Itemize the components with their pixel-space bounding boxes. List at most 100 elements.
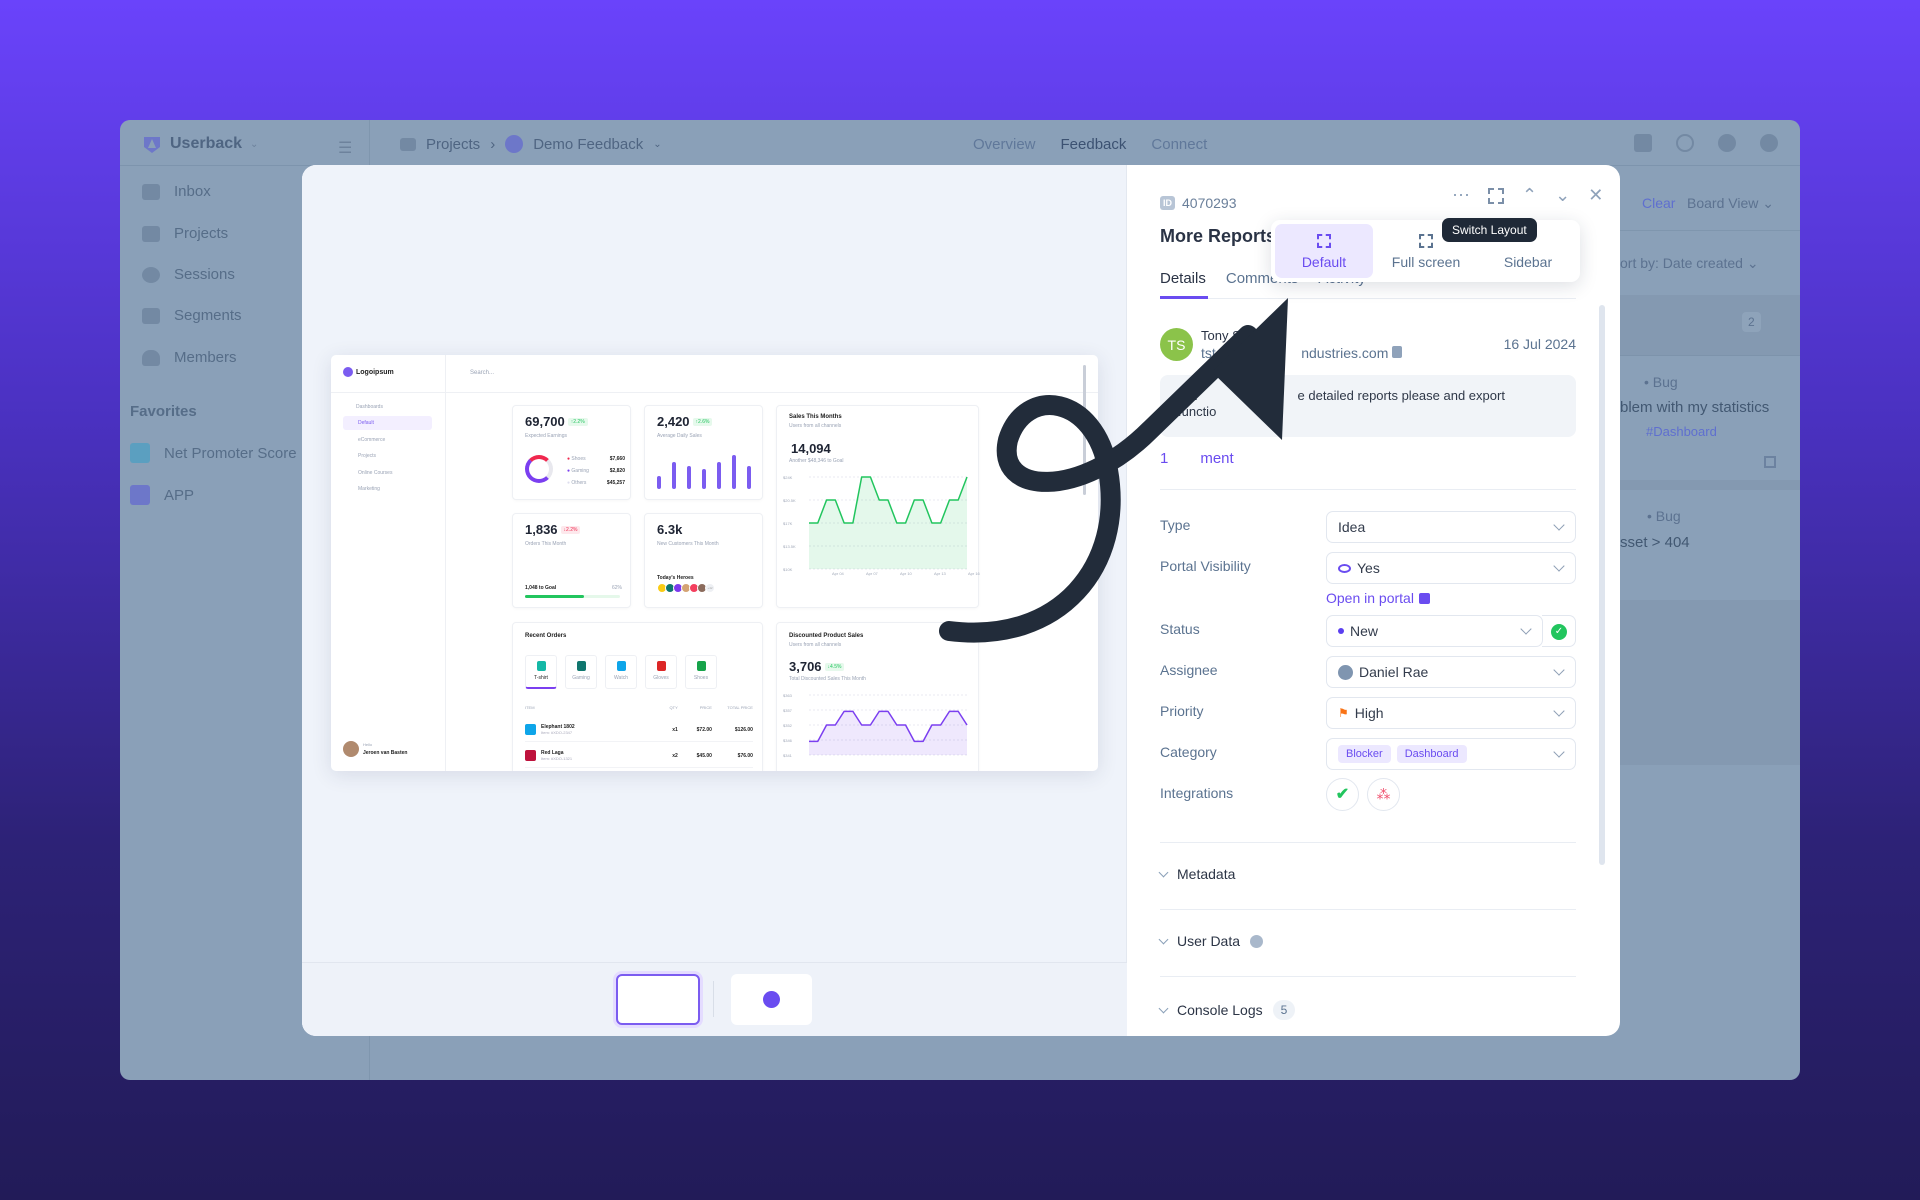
code-icon[interactable] [1634, 134, 1652, 152]
product-icon [696, 661, 706, 671]
feedback-id: ID 4070293 [1160, 195, 1237, 211]
play-icon [142, 266, 160, 283]
preview-nav-item: Projects [358, 453, 377, 459]
comments-link[interactable]: 1 ment [1160, 450, 1234, 467]
layout-option-default[interactable]: Default [1275, 224, 1373, 278]
sidebar-item-projects[interactable]: Projects [142, 225, 228, 242]
orders-goal: 1,048 to Goal [525, 585, 557, 591]
more-icon[interactable]: ⋯ [1452, 185, 1470, 206]
help-icon[interactable] [1676, 134, 1694, 152]
earnings-row-value: $45,257 [606, 480, 625, 486]
tab-label: Watch [614, 675, 628, 681]
mark-complete-button[interactable]: ✓ [1542, 615, 1576, 647]
logo-icon [343, 367, 353, 377]
integration-check-icon[interactable]: ✔ [1326, 778, 1359, 811]
tab-details[interactable]: Details [1160, 270, 1206, 287]
tab-label: Shoes [693, 675, 709, 681]
favorite-net-promoter-score[interactable]: Net Promoter Score [130, 443, 297, 463]
type-select[interactable]: Idea [1326, 511, 1576, 543]
y-tick-label: $20.5K [783, 498, 796, 503]
earnings-breakdown: ● Shoes $7,660 ● Gaming $2,820 ● Others $45,2… [567, 453, 625, 489]
product-icon [525, 750, 536, 761]
feedback-card[interactable]: • Bug blem with my statistics #Dashboard [1620, 355, 1800, 480]
favorites-heading: Favorites [130, 403, 197, 420]
product-icon [616, 661, 626, 671]
sidebar-item-label: Sessions [174, 266, 235, 283]
portal-visibility-select[interactable]: Yes [1326, 552, 1576, 584]
column-header: ITEM [525, 705, 535, 710]
preview-scrollbar [1083, 365, 1086, 495]
screenshot-icon [1764, 456, 1776, 468]
favorite-app[interactable]: APP [130, 485, 194, 505]
recent-orders-tab: Gloves [645, 655, 677, 689]
chevron-down-icon [1553, 560, 1565, 572]
status-dot-icon [1338, 628, 1344, 634]
clear-filters-link[interactable]: Clear [1642, 195, 1675, 211]
open-in-portal-text: Open in portal [1326, 590, 1414, 606]
video-thumbnail[interactable] [731, 974, 812, 1025]
chevron-down-icon [1158, 1003, 1169, 1013]
sidebar-item-segments[interactable]: Segments [142, 307, 242, 324]
attachment-bar [302, 962, 1127, 1036]
copy-icon[interactable] [1392, 346, 1403, 358]
nav-connect[interactable]: Connect [1151, 136, 1207, 153]
breadcrumb-projects[interactable]: Projects [426, 136, 480, 153]
feedback-card[interactable]: • Bug sset > 404 [1620, 490, 1800, 600]
screenshot-thumbnail[interactable] [616, 974, 700, 1025]
y-tick-label: $341 [783, 753, 793, 758]
close-icon[interactable]: ✕ [1588, 185, 1603, 206]
nav-feedback[interactable]: Feedback [1061, 136, 1127, 153]
section-user-data[interactable]: User Data [1158, 933, 1264, 949]
gear-icon[interactable] [1718, 134, 1736, 152]
earnings-row-value: $2,820 [609, 468, 625, 474]
board-area: Clear Board View ⌄ ort by: Date created … [1620, 180, 1800, 1080]
y-tick-label: $346 [783, 738, 793, 743]
switch-layout-tooltip: Switch Layout [1442, 218, 1537, 242]
preview-nav-item: eCommerce [358, 437, 386, 443]
recent-orders-tabs: T-shirt Gaming Watch Gloves Shoes [525, 655, 717, 689]
section-metadata[interactable]: Metadata [1158, 866, 1235, 882]
assignee-select[interactable]: Daniel Rae [1326, 656, 1576, 688]
sidebar-item-members[interactable]: Members [142, 349, 237, 366]
category-select[interactable]: Blocker Dashboard [1326, 738, 1576, 770]
sort-select[interactable]: ort by: Date created ⌄ [1620, 255, 1759, 272]
table-row: Red Laga Item: #XDO-1321 x2 $45.00 $76.00 [525, 744, 753, 768]
recent-orders-tab: T-shirt [525, 655, 557, 689]
customers-value: 6.3k [657, 522, 683, 537]
sales-note: Another $48,346 to Goal [789, 458, 844, 464]
daily-label: Average Daily Sales [657, 433, 702, 439]
x-tick-label: Apr 16 [968, 571, 980, 576]
sidebar-item-inbox[interactable]: Inbox [142, 183, 211, 200]
chevron-right-icon: › [490, 135, 496, 153]
switch-layout-icon[interactable] [1488, 188, 1504, 204]
daily-bar [732, 454, 736, 489]
table-row: Elephant 1802 Item: #XDO-2347 x1 $72.00 $126… [525, 718, 753, 742]
asana-icon[interactable]: ⁂ [1367, 778, 1400, 811]
status-select[interactable]: New [1326, 615, 1543, 647]
nav-overview[interactable]: Overview [973, 136, 1036, 153]
details-scrollbar[interactable] [1599, 305, 1605, 865]
sidebar-item-label: Segments [174, 307, 242, 324]
tab-label: T-shirt [534, 675, 548, 681]
goal-progress [525, 595, 584, 598]
daily-bar [687, 465, 691, 489]
comments-link-text: ment [1200, 450, 1234, 467]
board-view-select[interactable]: Board View ⌄ [1687, 195, 1774, 212]
section-console-logs[interactable]: Console Logs 5 [1158, 1000, 1296, 1020]
portal-visibility-value: Yes [1357, 560, 1380, 576]
breadcrumb-demo-feedback[interactable]: Demo Feedback [533, 136, 643, 153]
series-area [809, 477, 967, 569]
screenshot-preview[interactable]: Logoipsum Dashboards Default eCommerce P… [331, 355, 1098, 771]
active-tab-indicator [1160, 296, 1208, 299]
assignee-avatar [1338, 664, 1353, 680]
sort-label: ort by: Date created [1620, 255, 1743, 271]
chevron-down-icon[interactable]: ⌄ [1555, 185, 1570, 206]
feedback-comment: id li e detailed reports please and expor… [1160, 375, 1576, 437]
open-in-portal-link[interactable]: Open in portal [1326, 590, 1430, 606]
sidebar-item-label: Inbox [174, 183, 211, 200]
priority-select[interactable]: ⚑ High [1326, 697, 1576, 729]
chevron-up-icon[interactable]: ⌃ [1522, 185, 1537, 206]
type-label: Type [1160, 517, 1191, 533]
add-icon[interactable] [1760, 134, 1778, 152]
sidebar-item-sessions[interactable]: Sessions [142, 266, 235, 283]
